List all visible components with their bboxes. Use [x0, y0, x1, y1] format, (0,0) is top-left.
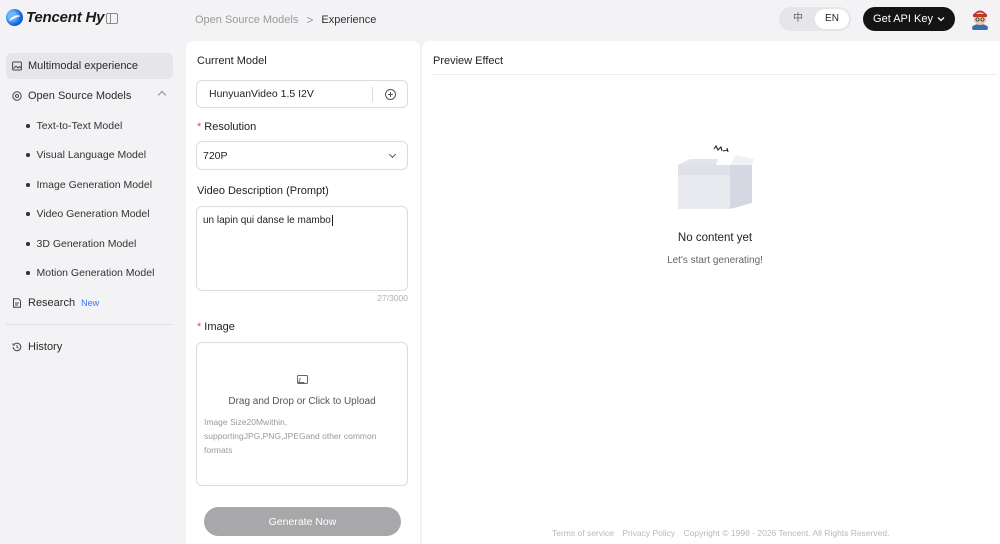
sidebar-subitem-motion-generation[interactable]: Motion Generation Model [26, 267, 155, 279]
empty-box-icon [678, 145, 754, 209]
sidebar-subitem-image-generation[interactable]: Image Generation Model [26, 179, 153, 191]
model-label: Current Model [197, 55, 267, 67]
model-divider [372, 87, 373, 102]
add-circle-icon[interactable] [385, 89, 396, 100]
sidebar-item-history[interactable]: History [6, 334, 173, 360]
language-switch: 中 EN [779, 7, 851, 31]
image-upload-icon [297, 375, 308, 384]
top-header: Tencent Hy Open Source Models > Experien… [0, 0, 1000, 40]
sidebar-item-open-source-models[interactable]: Open Source Models [6, 83, 173, 109]
document-icon [13, 298, 21, 308]
logo-text: Tencent Hy [26, 9, 105, 26]
preview-title: Preview Effect [433, 55, 504, 67]
privacy-link[interactable]: Privacy Policy [622, 528, 675, 538]
resolution-label: * Resolution [197, 121, 257, 133]
footer: Terms of service Privacy Policy Copyrigh… [552, 528, 896, 538]
sidebar-subitem-text-to-text[interactable]: Text-to-Text Model [26, 120, 123, 132]
preview-divider [433, 74, 997, 75]
generate-now-button[interactable]: Generate Now [204, 507, 401, 536]
breadcrumb-parent[interactable]: Open Source Models [195, 14, 298, 26]
terms-link[interactable]: Terms of service [552, 528, 614, 538]
sidebar-item-label: History [28, 341, 63, 353]
sidebar: Multimodal experience Open Source Models… [0, 40, 182, 544]
empty-state-subtitle: Let's start generating! [667, 255, 763, 266]
upload-title: Drag and Drop or Click to Upload [228, 396, 376, 407]
sidebar-subitem-3d-generation[interactable]: 3D Generation Model [26, 238, 137, 250]
sidebar-item-multimodal[interactable]: Multimodal experience [6, 53, 173, 79]
sidebar-divider [6, 324, 173, 325]
sidebar-toggle-icon[interactable] [106, 13, 118, 24]
prompt-label: Video Description (Prompt) [197, 185, 329, 197]
sidebar-subitem-visual-language[interactable]: Visual Language Model [26, 149, 147, 161]
tencent-logo-icon [6, 9, 23, 26]
new-badge: New [81, 298, 100, 308]
model-selector[interactable]: HunyuanVideo 1.5 I2V [196, 80, 408, 108]
breadcrumb: Open Source Models > Experience [195, 13, 376, 27]
required-mark: * [197, 121, 202, 133]
resolution-value: 720P [203, 149, 228, 162]
lang-option-zh[interactable]: 中 [781, 9, 815, 29]
chevron-right-icon: > [306, 13, 314, 27]
resolution-select[interactable]: 720P [196, 141, 408, 170]
avatar[interactable] [970, 8, 990, 30]
open-source-icon [12, 91, 22, 101]
logo[interactable]: Tencent Hy [6, 9, 104, 26]
sidebar-item-label: Multimodal experience [28, 60, 139, 72]
prompt-counter: 27/3000 [377, 293, 408, 303]
required-mark: * [197, 321, 202, 333]
sidebar-item-research[interactable]: Research New [6, 290, 173, 316]
chevron-down-icon [937, 17, 945, 22]
image-icon [12, 61, 22, 71]
image-upload-area[interactable]: Drag and Drop or Click to Upload Image S… [196, 342, 408, 486]
chevron-up-icon[interactable] [157, 90, 167, 100]
prompt-value: un lapin qui danse le mambo [203, 215, 331, 227]
preview-panel: Preview Effect No content yet Let's star… [422, 41, 1000, 544]
upload-hint: Image Size20Mwithin, supportingJPG,PNG,J… [204, 417, 377, 455]
chevron-down-icon [388, 150, 397, 159]
empty-state-title: No content yet [677, 232, 753, 244]
sidebar-item-label: Open Source Models [28, 90, 132, 102]
get-api-key-button[interactable]: Get API Key [863, 7, 955, 31]
get-api-key-label: Get API Key [873, 13, 933, 25]
copyright-text: Copyright © 1998 - 2026 Tencent. All Rig… [683, 528, 890, 538]
form-panel: Current Model HunyuanVideo 1.5 I2V * Reso… [186, 41, 420, 544]
sidebar-subitem-video-generation[interactable]: Video Generation Model [26, 208, 150, 220]
sidebar-item-label: Research [28, 297, 76, 309]
prompt-textarea[interactable]: un lapin qui danse le mambo [196, 206, 408, 291]
model-value: HunyuanVideo 1.5 I2V [209, 88, 314, 100]
history-icon [12, 342, 22, 352]
lang-option-en[interactable]: EN [815, 9, 849, 29]
image-label: * Image [197, 321, 235, 333]
breadcrumb-current: Experience [321, 14, 377, 26]
